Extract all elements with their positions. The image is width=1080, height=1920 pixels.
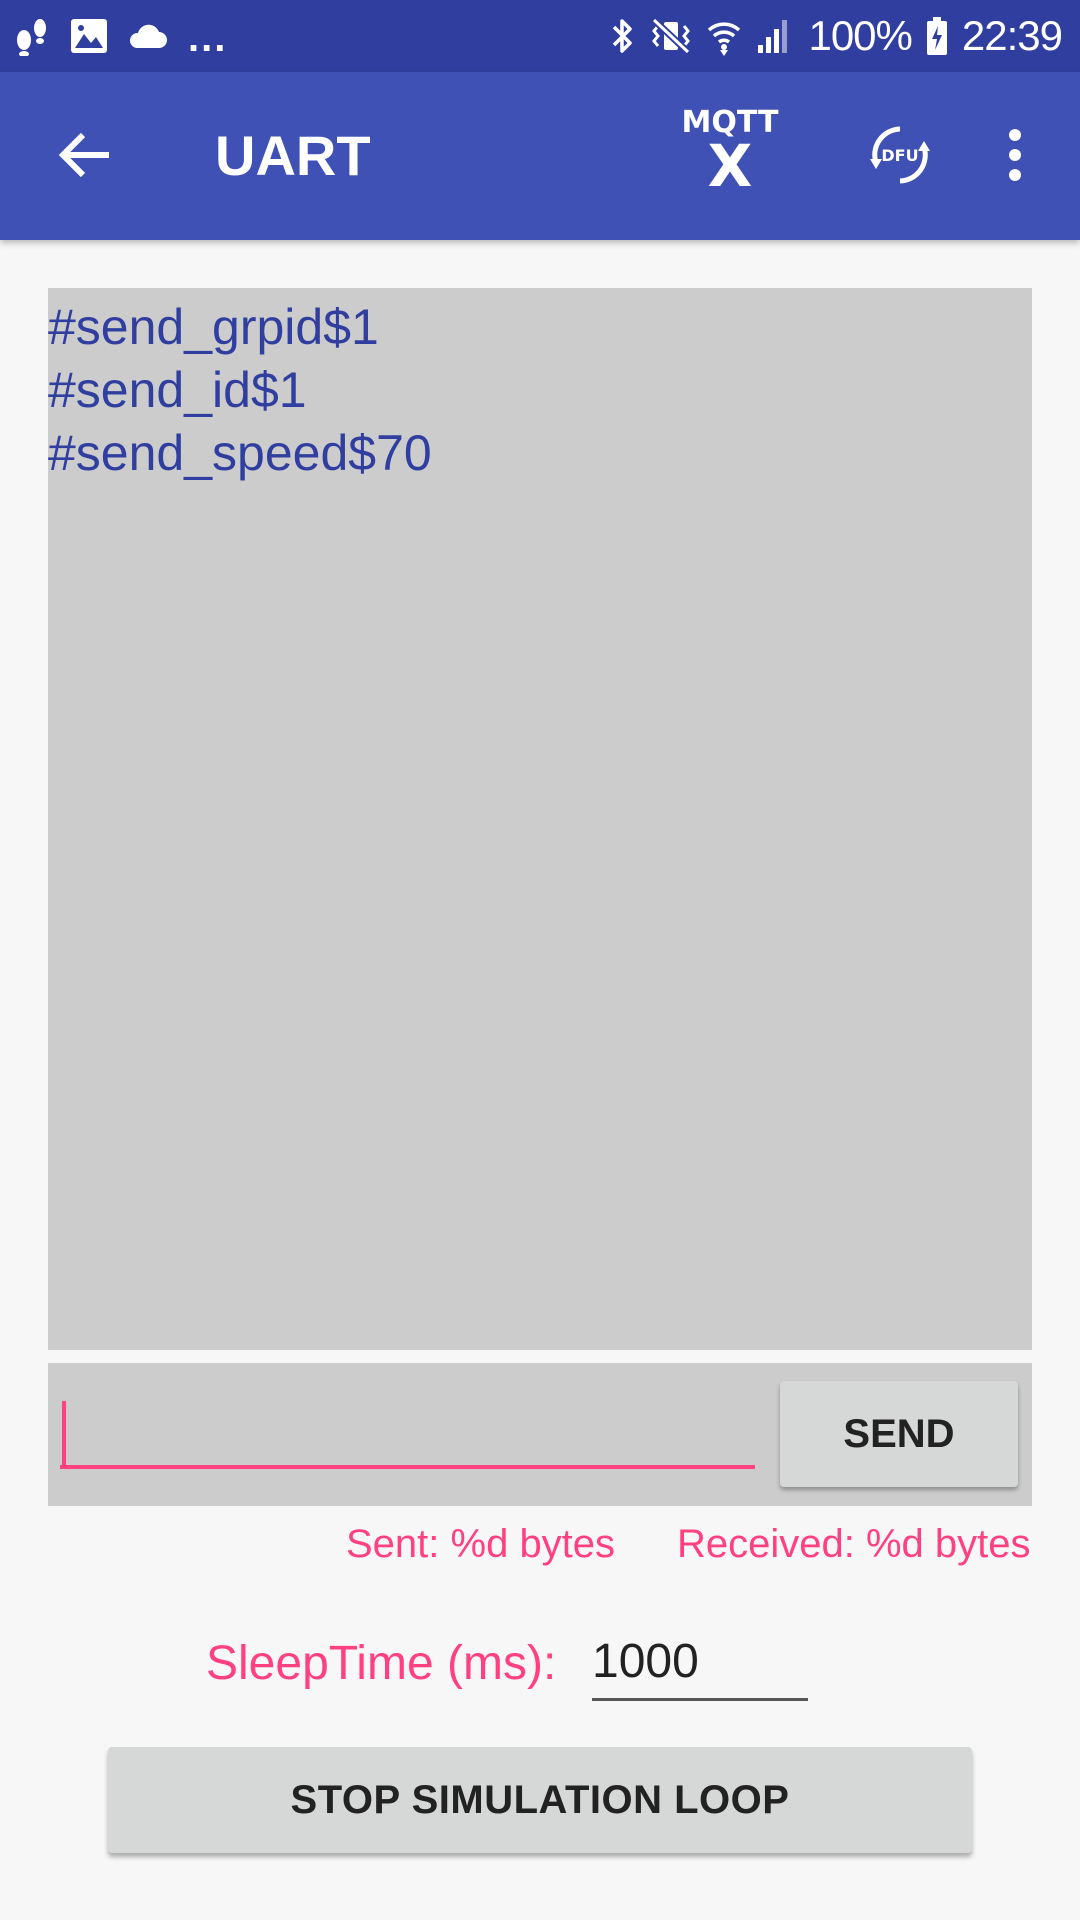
console-line: #send_grpid$1 xyxy=(48,299,379,355)
wifi-icon xyxy=(706,16,742,56)
console-line: #send_id$1 xyxy=(48,362,307,418)
status-time: 22:39 xyxy=(961,12,1063,59)
dfu-label: DFU xyxy=(881,146,918,165)
battery-charging-icon xyxy=(926,16,948,56)
battery-percent: 100% xyxy=(808,12,912,59)
cloud-icon xyxy=(128,22,168,50)
status-bar-left: ... xyxy=(14,0,227,72)
dfu-icon: DFU xyxy=(868,123,932,192)
status-overflow: ... xyxy=(188,15,228,60)
text-caret xyxy=(62,1401,66,1465)
received-bytes-label: Received: %d bytes xyxy=(677,1522,1031,1566)
image-icon xyxy=(70,18,108,54)
mqtt-disconnected-icon: X xyxy=(707,132,753,200)
uart-console[interactable]: #send_grpid$1 #send_id$1 #send_speed$70 xyxy=(48,288,1032,1350)
message-input[interactable] xyxy=(60,1391,755,1469)
send-row: SEND xyxy=(48,1363,1032,1506)
steps-icon xyxy=(14,16,50,56)
console-line: #send_speed$70 xyxy=(48,425,432,481)
stop-simulation-button[interactable]: STOP SIMULATION LOOP xyxy=(108,1747,972,1853)
send-button[interactable]: SEND xyxy=(780,1381,1018,1487)
signal-icon xyxy=(756,17,794,55)
arrow-back-icon xyxy=(57,131,113,184)
overflow-menu-button[interactable] xyxy=(985,112,1045,202)
status-bar: ... 100% 22:39 xyxy=(0,0,1080,72)
page-title: UART xyxy=(215,124,371,187)
sleep-time-label: SleepTime (ms): xyxy=(206,1637,557,1690)
more-vert-icon xyxy=(1007,128,1023,186)
status-bar-right: 100% 22:39 xyxy=(610,0,1063,72)
sent-bytes-label: Sent: %d bytes xyxy=(346,1522,616,1566)
back-button[interactable] xyxy=(40,112,130,202)
app-bar: UART MQTT X DFU xyxy=(0,72,1080,240)
dfu-button[interactable]: DFU xyxy=(855,112,945,202)
sleep-time-input[interactable]: 1000 xyxy=(592,1632,808,1701)
mqtt-button[interactable]: MQTT X xyxy=(680,108,780,198)
vibrate-icon xyxy=(650,16,692,56)
bluetooth-icon xyxy=(610,16,636,56)
